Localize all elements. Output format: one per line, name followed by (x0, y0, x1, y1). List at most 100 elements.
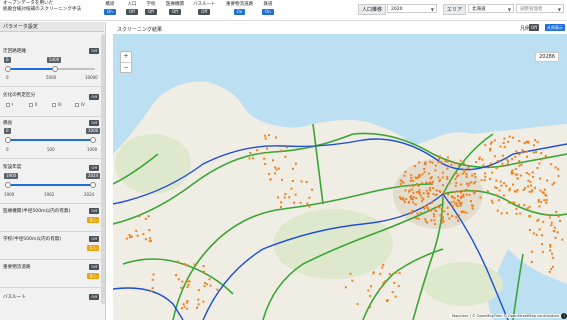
bridge-marker[interactable] (425, 181, 428, 184)
bridge-marker[interactable] (399, 183, 402, 185)
bridge-marker[interactable] (418, 190, 421, 193)
length-slider-track[interactable] (7, 139, 95, 141)
bridge-marker[interactable] (526, 155, 528, 158)
bridge-marker[interactable] (428, 172, 430, 175)
bridge-marker[interactable] (505, 158, 508, 161)
bridge-marker[interactable] (513, 190, 516, 193)
bridge-marker[interactable] (403, 174, 406, 177)
bridge-marker[interactable] (528, 229, 531, 231)
bridge-marker[interactable] (415, 217, 418, 220)
legend-show-button[interactable]: 凡例表示 (545, 24, 565, 31)
bridge-marker[interactable] (522, 189, 525, 191)
bridge-marker[interactable] (512, 136, 515, 139)
bridge-marker[interactable] (411, 209, 414, 212)
bridge-marker[interactable] (540, 200, 543, 203)
bridge-marker[interactable] (291, 180, 294, 182)
bridge-marker[interactable] (508, 189, 511, 192)
bridge-marker[interactable] (450, 201, 453, 204)
bridge-marker[interactable] (550, 268, 553, 271)
bridge-marker[interactable] (425, 189, 428, 192)
bridge-marker[interactable] (544, 155, 547, 158)
bridge-marker[interactable] (128, 234, 131, 236)
bridge-marker[interactable] (412, 196, 415, 199)
length-slider-handle-min[interactable] (5, 137, 11, 143)
bridge-marker[interactable] (440, 207, 443, 210)
bridge-marker[interactable] (457, 190, 460, 193)
bridge-marker[interactable] (256, 149, 259, 152)
bridge-marker[interactable] (412, 185, 415, 187)
bridge-marker[interactable] (545, 194, 548, 197)
bridge-marker[interactable] (473, 172, 476, 175)
bridge-marker[interactable] (486, 190, 489, 193)
length-slider-handle-max[interactable] (90, 137, 96, 143)
bridge-marker[interactable] (549, 244, 552, 246)
bridge-marker[interactable] (508, 135, 511, 138)
bridge-marker[interactable] (528, 205, 531, 208)
bridge-marker[interactable] (197, 298, 200, 301)
bridge-marker[interactable] (308, 196, 311, 199)
bridge-marker[interactable] (537, 200, 540, 203)
bridge-marker[interactable] (448, 217, 451, 220)
bridge-marker[interactable] (434, 194, 437, 197)
bridge-marker[interactable] (526, 207, 529, 210)
bridge-marker[interactable] (530, 261, 533, 264)
bridge-marker[interactable] (181, 280, 184, 283)
bridge-marker[interactable] (216, 288, 219, 291)
toggle-railway[interactable]: 鉄道 On (262, 2, 274, 18)
bridge-marker[interactable] (481, 158, 484, 161)
bridge-marker[interactable] (507, 160, 510, 163)
bridge-marker[interactable] (457, 195, 459, 198)
bridge-marker[interactable] (410, 212, 413, 215)
bridge-marker[interactable] (516, 173, 519, 176)
bridge-marker[interactable] (541, 234, 544, 237)
bridge-marker[interactable] (438, 206, 441, 209)
bridge-marker[interactable] (462, 162, 465, 165)
bridge-marker[interactable] (418, 173, 421, 176)
bridge-marker[interactable] (465, 175, 468, 178)
bridge-marker[interactable] (455, 172, 458, 175)
toggle-medical[interactable]: 医療機関 Off (166, 2, 184, 18)
bridge-marker[interactable] (151, 287, 154, 290)
school-value-badge[interactable]: なし (87, 245, 99, 251)
bridge-marker[interactable] (187, 283, 190, 286)
bridge-marker[interactable] (441, 218, 444, 221)
bridge-marker[interactable] (444, 160, 447, 163)
bridge-marker[interactable] (280, 149, 283, 152)
bridge-marker[interactable] (434, 164, 437, 167)
bridge-marker[interactable] (381, 266, 384, 269)
bridge-marker[interactable] (414, 176, 417, 179)
bridge-marker[interactable] (197, 303, 200, 306)
bridge-marker[interactable] (505, 184, 508, 187)
bridge-marker[interactable] (151, 278, 154, 281)
bridge-marker[interactable] (204, 282, 206, 284)
bridge-marker[interactable] (489, 178, 492, 180)
bridge-marker[interactable] (440, 221, 443, 224)
toggle-bridge-switch[interactable]: On (104, 9, 116, 15)
bridge-marker[interactable] (543, 188, 546, 191)
bridge-marker[interactable] (432, 187, 435, 190)
bridge-marker[interactable] (285, 146, 288, 149)
bridge-marker[interactable] (532, 175, 535, 178)
bridge-marker[interactable] (446, 206, 449, 209)
bridge-marker[interactable] (541, 243, 544, 246)
toggle-bus[interactable]: バスルート Off (193, 2, 216, 18)
toggle-logistics[interactable]: 重要物流道路 On (226, 2, 253, 18)
bridge-marker[interactable] (474, 176, 477, 179)
bridge-marker[interactable] (468, 182, 471, 185)
bridge-marker[interactable] (454, 178, 457, 181)
bridge-marker[interactable] (409, 179, 412, 182)
bridge-marker[interactable] (426, 206, 429, 209)
bridge-marker[interactable] (453, 197, 456, 200)
bridge-marker[interactable] (538, 205, 541, 208)
bridge-marker[interactable] (455, 181, 458, 184)
bridge-marker[interactable] (268, 134, 270, 137)
bridge-marker[interactable] (148, 229, 151, 232)
bridge-marker[interactable] (138, 215, 141, 218)
bridge-marker[interactable] (175, 274, 178, 277)
bridge-marker[interactable] (248, 157, 251, 160)
bridge-marker[interactable] (497, 199, 500, 202)
toggle-railway-switch[interactable]: On (262, 9, 274, 15)
bridge-marker[interactable] (442, 171, 444, 174)
bridge-marker[interactable] (471, 207, 474, 210)
bridge-marker[interactable] (489, 142, 492, 145)
